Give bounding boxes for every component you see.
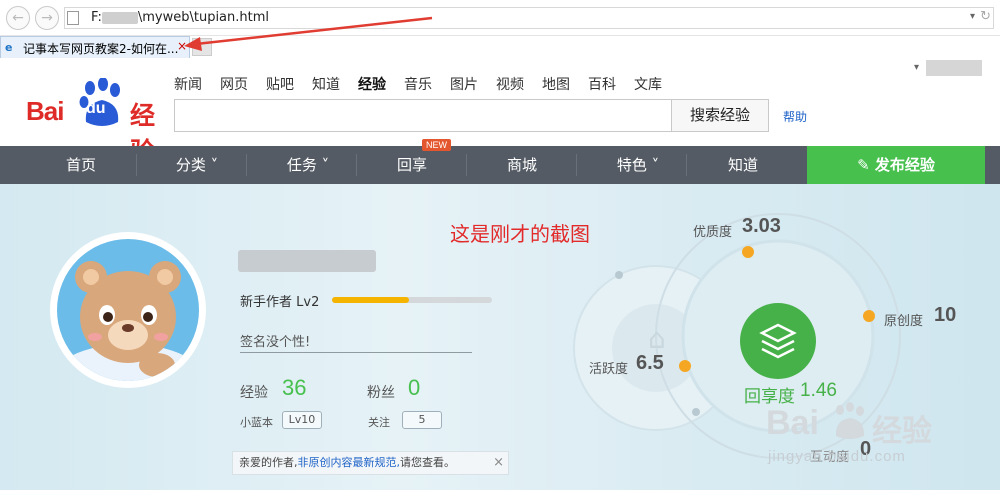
fans-value[interactable]: 0	[408, 375, 420, 401]
activity-label: 活跃度	[589, 362, 629, 377]
share-value: 1.46	[800, 380, 837, 401]
nav-jingyan[interactable]: 经验	[358, 74, 386, 94]
follow-label: 关注	[368, 416, 390, 429]
page-icon	[67, 11, 79, 25]
publish-label: 发布经验	[874, 156, 935, 174]
top-nav: 新闻 网页 贴吧 知道 经验 音乐 图片 视频 地图 百科 文库	[174, 74, 680, 94]
nav-music[interactable]: 音乐	[404, 74, 432, 94]
tab-close-icon[interactable]: ×	[177, 39, 187, 53]
nav-baike[interactable]: 百科	[588, 74, 616, 94]
huixiang-icon[interactable]	[740, 303, 816, 379]
browser-address-bar: ← → F: \myweb\tupian.html ▾ ↻	[0, 0, 1000, 36]
back-button[interactable]: ←	[6, 6, 30, 30]
url-input[interactable]: F: \myweb\tupian.html ▾ ↻	[64, 7, 994, 29]
level-progress-fill	[332, 297, 409, 303]
cat-divider	[136, 154, 137, 176]
new-badge: NEW	[422, 139, 451, 151]
cat-mall[interactable]: 商城	[467, 146, 577, 184]
annotation-caption: 这是刚才的截图	[450, 222, 590, 246]
nav-news[interactable]: 新闻	[174, 74, 202, 94]
ie-icon: e	[5, 41, 13, 54]
help-link[interactable]: 帮助	[783, 108, 807, 125]
cat-divider	[576, 154, 577, 176]
url-text: F: \myweb\tupian.html	[91, 10, 269, 25]
exp-value: 36	[282, 375, 307, 400]
fans-label: 粉丝	[367, 385, 395, 401]
nav-video[interactable]: 视频	[496, 74, 524, 94]
cat-huixiang[interactable]: 回享	[357, 146, 467, 184]
cat-tasks[interactable]: 任务 ˅	[253, 146, 363, 184]
notice-prefix: 亲爱的作者,	[239, 456, 298, 469]
xiaolanben-label: 小蓝本	[240, 416, 273, 429]
quality-label: 优质度	[693, 225, 733, 240]
username-redacted[interactable]	[926, 60, 982, 76]
nav-zhidao[interactable]: 知道	[312, 74, 340, 94]
logo-bai-text: Bai	[26, 96, 64, 126]
cat-featured[interactable]: 特色 ˅	[583, 146, 693, 184]
home-icon: ⌂	[648, 322, 666, 355]
notice-link[interactable]: 非原创内容最新规范,	[298, 456, 401, 469]
nav-web[interactable]: 网页	[220, 74, 248, 94]
cat-divider	[246, 154, 247, 176]
avatar[interactable]	[57, 239, 199, 381]
tab-title: 记事本写网页教案2-如何在...	[23, 42, 179, 56]
back-icon: ←	[12, 10, 24, 26]
signature[interactable]: 签名没个性!	[240, 331, 310, 350]
new-tab-button[interactable]	[192, 38, 212, 56]
cat-categories[interactable]: 分类 ˅	[142, 146, 252, 184]
url-redacted	[101, 11, 138, 24]
watermark-paw-icon	[835, 402, 865, 439]
layers-icon	[759, 323, 797, 359]
nav-tieba[interactable]: 贴吧	[266, 74, 294, 94]
publish-button[interactable]: ✎ 发布经验	[807, 146, 985, 184]
follow-badge[interactable]: 5	[402, 411, 442, 429]
watermark-bai: Bai	[766, 404, 819, 442]
level-label: 新手作者 Lv2	[240, 295, 320, 310]
search-input[interactable]	[174, 99, 672, 132]
cat-divider	[686, 154, 687, 176]
url-drive: F:	[91, 10, 102, 25]
forward-button[interactable]: →	[35, 6, 59, 30]
tab-strip: e 记事本写网页教案2-如何在... ×	[0, 36, 1000, 60]
signature-underline	[240, 352, 472, 353]
search-button[interactable]: 搜索经验	[671, 99, 769, 132]
pencil-icon: ✎	[857, 156, 875, 174]
nav-wenku[interactable]: 文库	[634, 74, 662, 94]
original-label: 原创度	[884, 314, 924, 329]
activity-value: 6.5	[636, 352, 664, 374]
user-dropdown-icon[interactable]: ▾	[914, 62, 919, 73]
watermark-url: jingyan.baidu.com	[768, 448, 906, 465]
cat-home[interactable]: 首页	[26, 146, 136, 184]
browser-tab[interactable]: e 记事本写网页教案2-如何在... ×	[0, 36, 190, 58]
refresh-icon[interactable]: ↻	[980, 9, 991, 24]
username-redacted-bar	[238, 250, 376, 272]
url-path: \myweb\tupian.html	[137, 10, 270, 25]
watermark-jingyan: 经验	[872, 414, 932, 449]
notice-suffix: 请您查看。	[400, 456, 455, 469]
forward-icon: →	[41, 10, 53, 26]
notice-bar: 亲爱的作者,非原创内容最新规范,请您查看。 ×	[232, 451, 509, 475]
logo-du-text: du	[86, 100, 106, 117]
xiaolanben-badge[interactable]: Lv10	[282, 411, 322, 429]
original-value: 10	[934, 304, 957, 326]
bear-avatar-icon	[57, 261, 199, 381]
notice-close-icon[interactable]: ×	[493, 452, 504, 474]
nav-images[interactable]: 图片	[450, 74, 478, 94]
quality-value: 3.03	[742, 215, 781, 237]
exp-label: 经验	[240, 385, 268, 401]
url-dropdown-icon[interactable]: ▾	[970, 11, 975, 22]
nav-map[interactable]: 地图	[542, 74, 570, 94]
cat-zhidao[interactable]: 知道	[688, 146, 798, 184]
